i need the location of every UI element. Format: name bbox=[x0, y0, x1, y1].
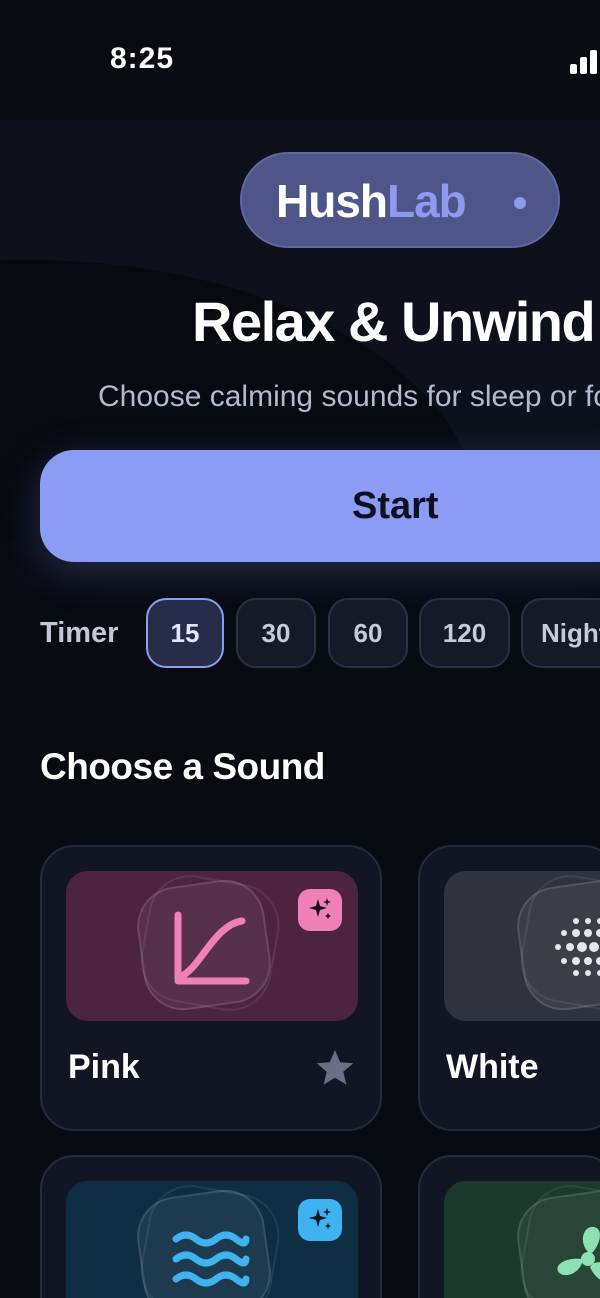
page-subtitle: Choose calming sounds for sleep or focus bbox=[98, 380, 600, 413]
sound-thumb-pink bbox=[66, 871, 358, 1021]
brand-logo: HushLab bbox=[276, 175, 467, 227]
start-button[interactable]: Start bbox=[40, 450, 600, 562]
app-screen: 8:25 HushLab Relax & Unwind Choose calmi… bbox=[0, 0, 600, 1298]
sound-thumb-fan bbox=[444, 1181, 600, 1298]
sound-card-fan[interactable] bbox=[418, 1155, 600, 1298]
pink-noise-curve-icon bbox=[174, 911, 250, 985]
brand-dot-icon bbox=[514, 197, 526, 209]
cellular-signal-icon bbox=[570, 46, 600, 74]
timer-option-30[interactable]: 30 bbox=[236, 598, 316, 668]
brand-pill: HushLab bbox=[240, 152, 560, 248]
sparkle-icon bbox=[309, 898, 331, 919]
white-noise-dots-icon bbox=[555, 918, 600, 976]
sound-card-pink[interactable]: Pink bbox=[40, 845, 382, 1131]
sparkle-icon bbox=[309, 1208, 331, 1229]
timer-option-120[interactable]: 120 bbox=[419, 598, 510, 668]
status-bar: 8:25 bbox=[0, 0, 600, 120]
fan-icon bbox=[557, 1226, 600, 1280]
sparkle-badge[interactable] bbox=[298, 1199, 342, 1241]
start-button-label: Start bbox=[352, 485, 439, 527]
waves-icon bbox=[172, 1231, 250, 1287]
status-time: 8:25 bbox=[110, 42, 175, 75]
star-icon[interactable] bbox=[314, 1047, 356, 1089]
brand-name-hush: Hush bbox=[276, 175, 388, 227]
page-title: Relax & Unwind bbox=[192, 290, 596, 353]
sound-name-pink: Pink bbox=[68, 1048, 140, 1086]
section-title-choose-sound: Choose a Sound bbox=[40, 746, 325, 787]
brand-name-lab: Lab bbox=[387, 175, 467, 227]
sound-thumb-waves bbox=[66, 1181, 358, 1298]
sound-name-white: White bbox=[446, 1048, 539, 1086]
sparkle-badge[interactable] bbox=[298, 889, 342, 931]
sound-card-waves[interactable] bbox=[40, 1155, 382, 1298]
timer-option-night[interactable]: Night bbox=[521, 598, 600, 668]
timer-label: Timer bbox=[40, 617, 119, 649]
sound-thumb-white bbox=[444, 871, 600, 1021]
timer-option-60[interactable]: 60 bbox=[328, 598, 408, 668]
sound-card-white[interactable]: White bbox=[418, 845, 600, 1131]
timer-option-15[interactable]: 15 bbox=[146, 598, 224, 668]
